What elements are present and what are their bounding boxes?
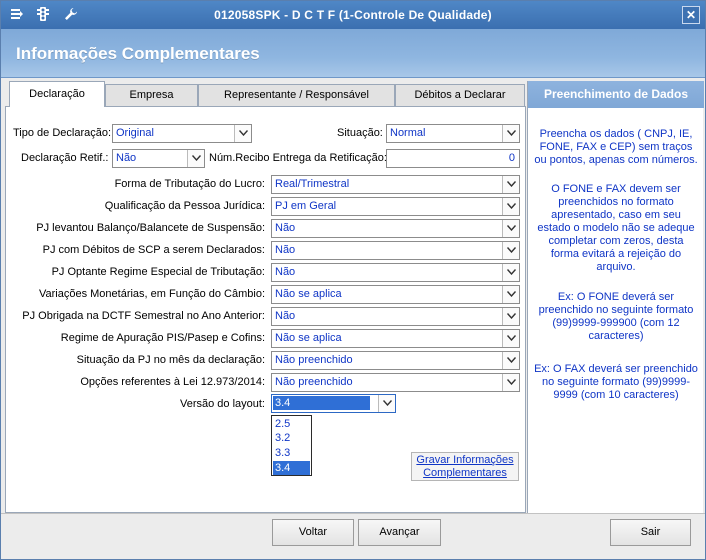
chevron-down-icon[interactable] bbox=[187, 150, 204, 167]
help-panel-title: Preenchimento de Dados bbox=[528, 81, 704, 108]
versao-layout-select[interactable]: 3.4 bbox=[271, 394, 396, 413]
title-bar: 012058SPK - D C T F (1-Controle De Quali… bbox=[1, 1, 705, 29]
regime-pis-cofins-select[interactable]: Não se aplica bbox=[271, 329, 520, 348]
help-panel: Preenchimento de Dados Preencha os dados… bbox=[527, 81, 704, 513]
chevron-down-icon[interactable] bbox=[502, 220, 519, 237]
declaracao-retif-select[interactable]: Não bbox=[112, 149, 205, 168]
variacoes-monetarias-label: Variações Monetárias, em Função do Câmbi… bbox=[38, 288, 265, 300]
versao-layout-value: 3.4 bbox=[273, 396, 370, 410]
balanco-suspensao-select[interactable]: Não bbox=[271, 219, 520, 238]
voltar-button[interactable]: Voltar bbox=[272, 519, 354, 546]
forma-tributacao-label: Forma de Tributação do Lucro: bbox=[114, 178, 265, 190]
help-paragraph: Preencha os dados ( CNPJ, IE, FONE, FAX … bbox=[534, 128, 698, 166]
gravar-line1: Gravar Informações bbox=[416, 454, 514, 466]
balanco-suspensao-label: PJ levantou Balanço/Balancete de Suspens… bbox=[36, 222, 265, 234]
declaracao-retif-value: Não bbox=[116, 152, 137, 164]
tab-bar: Declaração Empresa Representante / Respo… bbox=[5, 81, 526, 107]
versao-layout-label: Versão do layout: bbox=[179, 398, 265, 410]
opcoes-lei-select[interactable]: Não preenchido bbox=[271, 373, 520, 392]
balanco-suspensao-value: Não bbox=[275, 222, 296, 234]
situacao-pj-label: Situação da PJ no mês da declaração: bbox=[76, 354, 265, 366]
situacao-pj-select[interactable]: Não preenchido bbox=[271, 351, 520, 370]
help-paragraph: Ex: O FONE deverá ser preenchido no segu… bbox=[538, 291, 694, 342]
tab-representante[interactable]: Representante / Responsável bbox=[198, 84, 395, 106]
chevron-down-icon[interactable] bbox=[502, 330, 519, 347]
chevron-down-icon[interactable] bbox=[502, 176, 519, 193]
chevron-down-icon[interactable] bbox=[502, 308, 519, 325]
versao-option-3-2[interactable]: 3.2 bbox=[273, 431, 310, 445]
num-recibo-input[interactable]: 0 bbox=[386, 149, 520, 168]
opcoes-lei-label: Opções referentes à Lei 12.973/2014: bbox=[80, 376, 265, 388]
chevron-down-icon[interactable] bbox=[502, 242, 519, 259]
opcoes-lei-value: Não preenchido bbox=[275, 376, 353, 388]
regime-pis-cofins-label: Regime de Apuração PIS/Pasep e Cofins: bbox=[60, 332, 265, 344]
page-header: Informações Complementares bbox=[1, 29, 705, 78]
tab-empresa[interactable]: Empresa bbox=[105, 84, 198, 106]
forma-tributacao-select[interactable]: Real/Trimestral bbox=[271, 175, 520, 194]
footer-bar: Voltar Avançar Sair bbox=[1, 513, 705, 559]
situacao-value: Normal bbox=[390, 127, 426, 139]
tab-debitos[interactable]: Débitos a Declarar bbox=[395, 84, 525, 106]
variacoes-monetarias-value: Não se aplica bbox=[275, 288, 342, 300]
num-recibo-value: 0 bbox=[508, 152, 515, 164]
help-paragraph: Ex: O FAX deverá ser preenchido no segui… bbox=[534, 363, 698, 401]
qualificacao-pj-label: Qualificação da Pessoa Jurídica: bbox=[104, 200, 265, 212]
versao-option-3-4[interactable]: 3.4 bbox=[273, 461, 310, 475]
num-recibo-label: Núm.Recibo Entrega da Retificação: bbox=[209, 152, 387, 164]
chevron-down-icon[interactable] bbox=[502, 374, 519, 391]
qualificacao-pj-select[interactable]: PJ em Geral bbox=[271, 197, 520, 216]
sair-button[interactable]: Sair bbox=[610, 519, 691, 546]
versao-option-3-3[interactable]: 3.3 bbox=[273, 446, 310, 460]
regime-especial-select[interactable]: Não bbox=[271, 263, 520, 282]
versao-layout-dropdown: 2.5 3.2 3.3 3.4 bbox=[271, 415, 312, 476]
situacao-pj-value: Não preenchido bbox=[275, 354, 353, 366]
tipo-declaracao-value: Original bbox=[116, 127, 154, 139]
gravar-informacoes-button[interactable]: Gravar Informações Complementares bbox=[411, 452, 519, 481]
versao-option-2-5[interactable]: 2.5 bbox=[273, 417, 310, 431]
forma-tributacao-value: Real/Trimestral bbox=[275, 178, 350, 190]
close-icon[interactable]: ✕ bbox=[682, 6, 700, 24]
chevron-down-icon[interactable] bbox=[502, 352, 519, 369]
avancar-button[interactable]: Avançar bbox=[358, 519, 441, 546]
chevron-down-icon[interactable] bbox=[502, 286, 519, 303]
dctf-semestral-label: PJ Obrigada na DCTF Semestral no Ano Ant… bbox=[22, 310, 265, 322]
debitos-scp-select[interactable]: Não bbox=[271, 241, 520, 260]
debitos-scp-value: Não bbox=[275, 244, 296, 256]
variacoes-monetarias-select[interactable]: Não se aplica bbox=[271, 285, 520, 304]
chevron-down-icon[interactable] bbox=[502, 125, 519, 142]
situacao-select[interactable]: Normal bbox=[386, 124, 520, 143]
chevron-down-icon[interactable] bbox=[378, 395, 395, 412]
chevron-down-icon[interactable] bbox=[234, 125, 251, 142]
page-title: Informações Complementares bbox=[16, 44, 260, 63]
tipo-declaracao-select[interactable]: Original bbox=[112, 124, 252, 143]
situacao-label: Situação: bbox=[337, 127, 383, 139]
tab-declaracao[interactable]: Declaração bbox=[9, 81, 105, 107]
regime-especial-value: Não bbox=[275, 266, 296, 278]
chevron-down-icon[interactable] bbox=[502, 198, 519, 215]
window-title: 012058SPK - D C T F (1-Controle De Quali… bbox=[214, 8, 492, 22]
declaracao-retif-label: Declaração Retif.: bbox=[21, 152, 109, 164]
dctf-semestral-select[interactable]: Não bbox=[271, 307, 520, 326]
help-paragraph: O FONE e FAX devem ser preenchidos no fo… bbox=[537, 183, 695, 273]
dctf-semestral-value: Não bbox=[275, 310, 296, 322]
regime-pis-cofins-value: Não se aplica bbox=[275, 332, 342, 344]
debitos-scp-label: PJ com Débitos de SCP a serem Declarados… bbox=[42, 244, 265, 256]
regime-especial-label: PJ Optante Regime Especial de Tributação… bbox=[51, 266, 265, 278]
qualificacao-pj-value: PJ em Geral bbox=[275, 200, 337, 212]
application-window: 012058SPK - D C T F (1-Controle De Quali… bbox=[0, 0, 706, 560]
tipo-declaracao-label: Tipo de Declaração: bbox=[13, 127, 112, 139]
chevron-down-icon[interactable] bbox=[502, 264, 519, 281]
gravar-line2: Complementares bbox=[423, 467, 507, 479]
